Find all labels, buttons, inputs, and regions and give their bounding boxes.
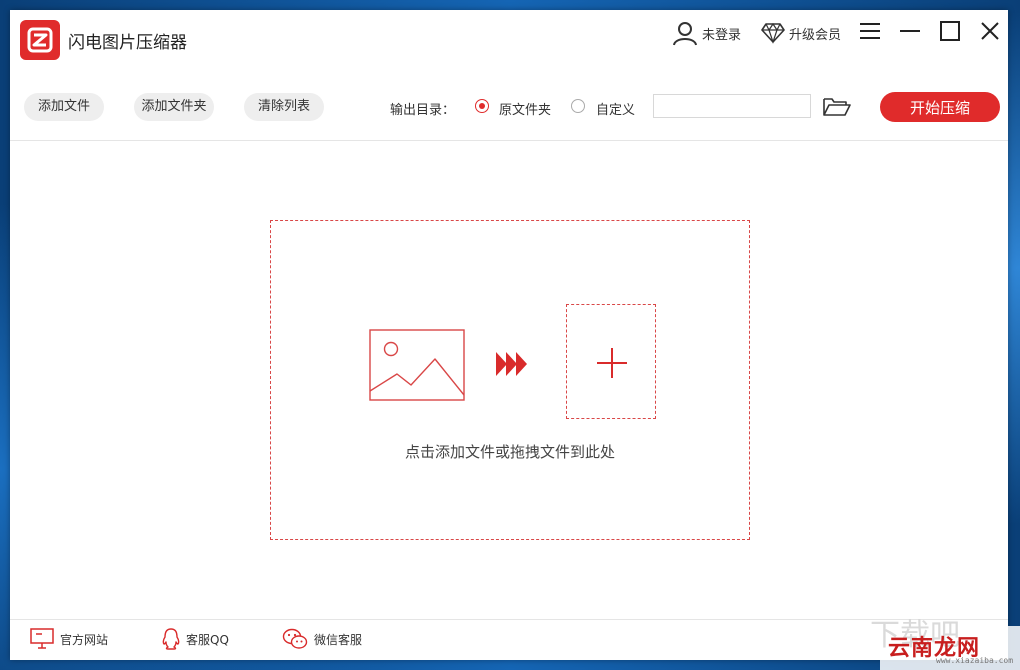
monitor-icon xyxy=(30,628,54,649)
official-website-link[interactable]: 官方网站 xyxy=(30,628,108,650)
file-drop-zone[interactable]: 点击添加文件或拖拽文件到此处 xyxy=(270,220,750,540)
wechat-icon xyxy=(282,628,308,649)
qq-penguin-icon xyxy=(162,628,180,650)
app-logo-icon xyxy=(20,20,60,60)
add-file-box[interactable] xyxy=(566,304,656,419)
minimize-button[interactable] xyxy=(895,16,925,46)
diamond-icon xyxy=(761,22,785,44)
radio-custom-folder[interactable] xyxy=(571,99,585,113)
add-file-button[interactable]: 添加文件 xyxy=(24,93,104,121)
output-path-input[interactable] xyxy=(653,94,811,118)
output-directory-label: 输出目录： xyxy=(390,103,456,118)
triple-arrow-icon xyxy=(496,352,527,376)
site-watermark: 下载吧 云南龙网 www.xiazaiba.com xyxy=(870,618,1020,670)
wechat-support-link[interactable]: 微信客服 xyxy=(282,628,362,650)
plus-icon xyxy=(597,348,627,378)
close-icon xyxy=(981,22,999,40)
app-title: 闪电图片压缩器 xyxy=(68,33,187,53)
login-button[interactable]: 未登录 xyxy=(672,18,741,48)
minimize-icon xyxy=(900,30,920,32)
toolbar: 添加文件 添加文件夹 清除列表 输出目录： 原文件夹 自定义 开始压缩 xyxy=(10,90,1008,124)
watermark-url: www.xiazaiba.com xyxy=(936,656,1014,665)
title-bar[interactable]: 闪电图片压缩器 未登录 升级会员 xyxy=(10,10,1008,60)
wechat-support-label: 微信客服 xyxy=(314,632,363,647)
close-button[interactable] xyxy=(975,16,1005,46)
footer-bar: 官方网站 客服QQ 微信客服 xyxy=(10,620,1008,660)
image-placeholder-icon xyxy=(369,329,465,401)
toolbar-divider xyxy=(10,140,1008,141)
qq-support-label: 客服QQ xyxy=(186,632,229,647)
add-folder-button[interactable]: 添加文件夹 xyxy=(134,93,214,121)
qq-support-link[interactable]: 客服QQ xyxy=(162,628,229,650)
maximize-icon xyxy=(940,21,960,41)
radio-original-folder[interactable] xyxy=(475,99,489,113)
browse-folder-button[interactable] xyxy=(822,95,852,119)
radio-custom-folder-label[interactable]: 自定义 xyxy=(596,99,635,118)
radio-original-folder-label[interactable]: 原文件夹 xyxy=(499,99,551,118)
user-icon xyxy=(673,22,697,46)
upgrade-vip-button[interactable]: 升级会员 xyxy=(761,18,841,48)
maximize-button[interactable] xyxy=(935,16,965,46)
hamburger-menu-icon xyxy=(860,23,880,39)
official-website-label: 官方网站 xyxy=(60,632,109,647)
menu-button[interactable] xyxy=(855,16,885,46)
clear-list-button[interactable]: 清除列表 xyxy=(244,93,324,121)
drop-zone-hint: 点击添加文件或拖拽文件到此处 xyxy=(404,443,615,461)
start-compress-button[interactable]: 开始压缩 xyxy=(880,92,1000,122)
vip-label: 升级会员 xyxy=(789,27,842,43)
app-window: 闪电图片压缩器 未登录 升级会员 添加文件 添加文件夹 清除列表 输出目录： 原… xyxy=(10,10,1008,660)
login-label: 未登录 xyxy=(702,27,742,43)
open-folder-icon xyxy=(823,98,851,116)
